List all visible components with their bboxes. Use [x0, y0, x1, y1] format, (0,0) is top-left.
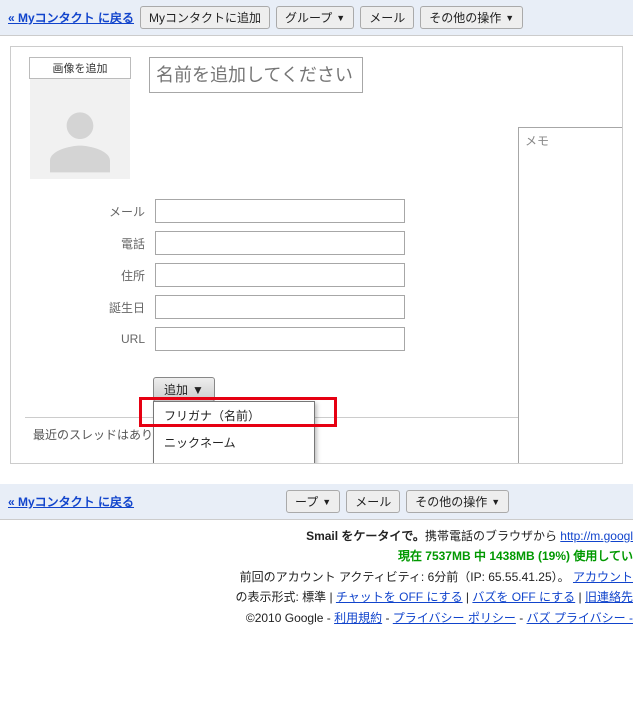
- add-field-dropdown: フリガナ（名前） ニックネーム 会社名と役職 ファイル形式 メール 電話 住所 …: [153, 401, 315, 464]
- phone-input[interactable]: [155, 231, 405, 255]
- top-toolbar: « Myコンタクト に戻る Myコンタクトに追加 グループ▼ メール その他の操…: [0, 0, 633, 36]
- bday-input[interactable]: [155, 295, 405, 319]
- chevron-down-icon: ▼: [192, 383, 204, 397]
- tos-link[interactable]: 利用規約: [334, 611, 382, 625]
- contact-card: 画像を追加 メモ メール 電話 住所 誕生日 URL: [10, 46, 623, 464]
- group-button[interactable]: グループ▼: [276, 6, 354, 29]
- chevron-down-icon: ▼: [505, 13, 514, 23]
- chevron-down-icon: ▼: [491, 497, 500, 507]
- url-input[interactable]: [155, 327, 405, 351]
- old-contacts-link[interactable]: 旧連絡先: [585, 590, 633, 604]
- storage-usage: 現在 7537MB 中 1438MB (19%) 使用してい: [398, 549, 633, 563]
- field-label-phone: 電話: [25, 235, 155, 252]
- dd-nickname[interactable]: ニックネーム: [154, 429, 314, 456]
- dd-furigana[interactable]: フリガナ（名前）: [154, 402, 314, 429]
- group-button-bottom[interactable]: ープ▼: [286, 490, 340, 513]
- footer: Smail をケータイで。携帯電話のブラウザから http://m.googl …: [0, 520, 633, 634]
- addr-input[interactable]: [155, 263, 405, 287]
- add-image-button[interactable]: 画像を追加: [29, 57, 131, 79]
- bottom-toolbar: « Myコンタクト に戻る ープ▼ メール その他の操作▼: [0, 484, 633, 520]
- mobile-link[interactable]: http://m.googl: [560, 529, 633, 543]
- back-link[interactable]: « Myコンタクト に戻る: [8, 9, 134, 26]
- other-ops-button-bottom[interactable]: その他の操作▼: [406, 490, 509, 513]
- chevron-down-icon: ▼: [336, 13, 345, 23]
- other-ops-button[interactable]: その他の操作▼: [420, 6, 523, 29]
- person-icon: [40, 99, 120, 179]
- chevron-down-icon: ▼: [322, 497, 331, 507]
- mail-button[interactable]: メール: [360, 6, 414, 29]
- add-field-button[interactable]: 追加▼: [153, 377, 215, 402]
- field-label-addr: 住所: [25, 267, 155, 284]
- add-to-mycontacts-button[interactable]: Myコンタクトに追加: [140, 6, 270, 29]
- field-label-mail: メール: [25, 203, 155, 220]
- mail-button-bottom[interactable]: メール: [346, 490, 400, 513]
- account-link[interactable]: アカウント: [573, 570, 633, 584]
- dd-company[interactable]: 会社名と役職: [154, 456, 314, 464]
- field-label-bday: 誕生日: [25, 299, 155, 316]
- mail-input[interactable]: [155, 199, 405, 223]
- privacy-link[interactable]: プライバシー ポリシー: [393, 611, 516, 625]
- name-input[interactable]: [149, 57, 363, 93]
- back-link-bottom[interactable]: « Myコンタクト に戻る: [8, 493, 134, 510]
- buzz-privacy-link[interactable]: バズ プライバシー -: [527, 611, 633, 625]
- memo-box[interactable]: メモ: [518, 127, 623, 464]
- field-label-url: URL: [25, 332, 155, 346]
- avatar-placeholder[interactable]: [30, 79, 130, 179]
- buzz-off-link[interactable]: バズを OFF にする: [472, 590, 575, 604]
- chat-off-link[interactable]: チャットを OFF にする: [336, 590, 463, 604]
- memo-label: メモ: [525, 134, 549, 148]
